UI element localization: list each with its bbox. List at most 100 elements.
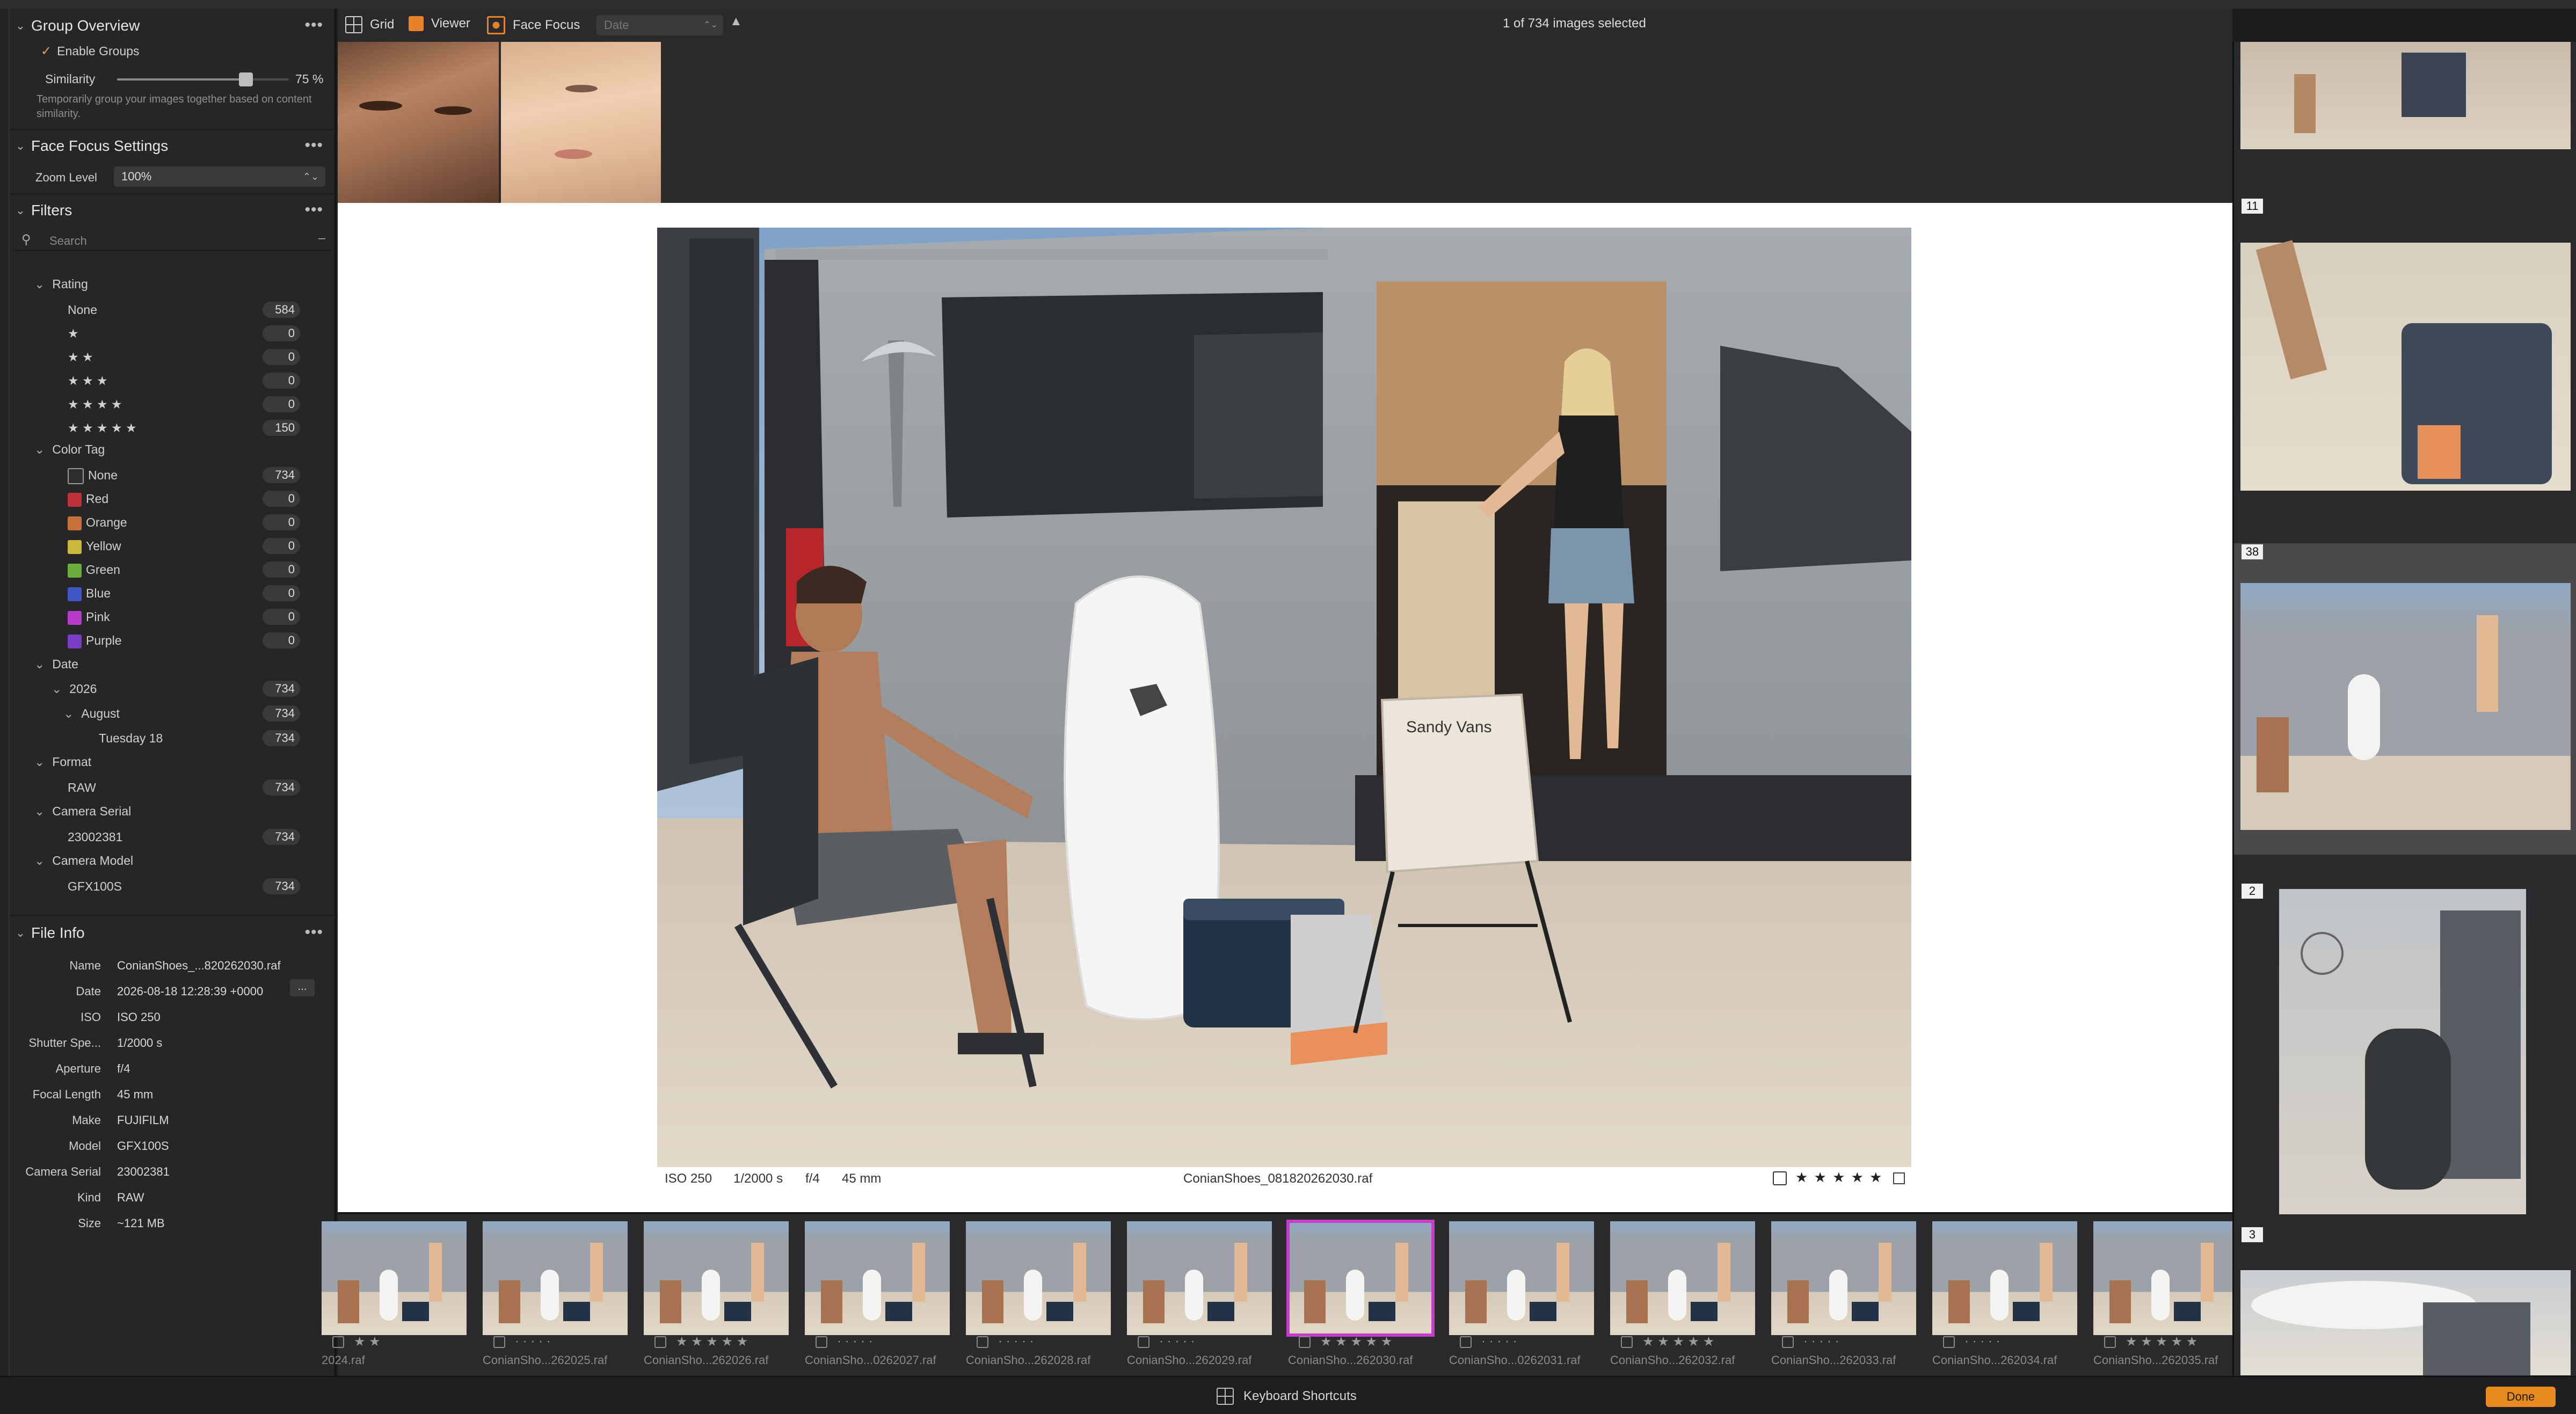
rating-filter-item[interactable]: ★ ★ ★ ★ — [68, 397, 122, 412]
face-crop-2[interactable] — [501, 42, 661, 203]
filmstrip-color-tag-checkbox[interactable] — [2104, 1336, 2116, 1348]
main-photo[interactable]: Sandy Vans — [657, 228, 1911, 1167]
filmstrip-color-tag-checkbox[interactable] — [1621, 1336, 1633, 1348]
more-icon[interactable]: ••• — [304, 201, 323, 219]
filmstrip-rating[interactable]: · · · · · — [837, 1334, 873, 1349]
face-focus-settings-header[interactable]: ⌄ Face Focus Settings ••• — [10, 133, 336, 159]
color-tag-filter-item[interactable]: Green — [68, 563, 120, 578]
similarity-slider-fill — [117, 78, 246, 81]
filmstrip-color-tag-checkbox[interactable] — [1943, 1336, 1955, 1348]
similarity-slider-knob[interactable] — [239, 72, 253, 86]
filmstrip-thumbnail[interactable] — [483, 1221, 628, 1335]
group-thumb-38[interactable] — [2240, 583, 2571, 830]
rating-filter-item[interactable]: None — [68, 303, 97, 317]
rating-filter-item[interactable]: ★ ★ ★ ★ ★ — [68, 421, 137, 435]
filmstrip-rating[interactable]: ★ ★ ★ ★ ★ — [676, 1334, 748, 1350]
filmstrip-color-tag-checkbox[interactable] — [654, 1336, 666, 1348]
group-thumb-2[interactable] — [2279, 889, 2526, 1214]
filmstrip-rating[interactable]: ★ ★ ★ ★ ★ — [2126, 1334, 2197, 1350]
filmstrip-color-tag-checkbox[interactable] — [1460, 1336, 1472, 1348]
camera-serial-item[interactable]: 23002381 — [68, 830, 122, 844]
viewer-color-tag-checkbox[interactable] — [1773, 1171, 1787, 1185]
filters-header[interactable]: ⌄ Filters ••• — [10, 198, 336, 223]
filmstrip-color-tag-checkbox[interactable] — [1299, 1336, 1311, 1348]
sort-direction-icon[interactable]: ▲ — [730, 14, 743, 29]
color-tag-filter-item[interactable]: Orange — [68, 515, 127, 530]
filmstrip-rating[interactable]: · · · · · — [1481, 1334, 1517, 1349]
filmstrip-rating[interactable]: · · · · · — [998, 1334, 1034, 1349]
file-info-label: Camera Serial — [25, 1165, 101, 1178]
zoom-level-select[interactable]: 100% ⌃⌄ — [114, 166, 325, 187]
more-icon[interactable]: ••• — [304, 923, 323, 942]
filmstrip-rating[interactable]: ★ ★ ★ ★ ★ — [1642, 1334, 1714, 1350]
date-month-item[interactable]: ⌄ August — [63, 706, 120, 721]
color-tag-filter-item[interactable]: Red — [68, 492, 108, 507]
grid-button[interactable]: Grid — [345, 16, 394, 33]
filmstrip-thumbnail[interactable] — [1932, 1221, 2077, 1335]
filmstrip-thumbnail[interactable] — [322, 1221, 467, 1335]
sort-field-select[interactable]: Date ⌃⌄ — [596, 15, 723, 35]
group-thumb-top[interactable] — [2240, 42, 2571, 149]
filter-search-input[interactable]: ⚲ Search – — [14, 230, 331, 251]
filmstrip-color-tag-checkbox[interactable] — [977, 1336, 988, 1348]
filmstrip-thumbnail[interactable] — [1610, 1221, 1755, 1335]
filmstrip-thumbnail[interactable] — [1286, 1220, 1435, 1337]
filmstrip-thumbnail[interactable] — [966, 1221, 1111, 1335]
date-day-item[interactable]: Tuesday 18 — [99, 731, 163, 746]
filmstrip-thumbnail[interactable] — [805, 1221, 950, 1335]
rating-filter-item[interactable]: ★ ★ — [68, 350, 93, 365]
viewer-star-rating[interactable]: ★ ★ ★ ★ ★ — [1795, 1169, 1883, 1186]
format-group-header[interactable]: ⌄ Format — [34, 755, 91, 769]
keyboard-shortcuts-button[interactable]: Keyboard Shortcuts — [1243, 1389, 1357, 1404]
filmstrip-color-tag-checkbox[interactable] — [816, 1336, 827, 1348]
more-icon[interactable]: ••• — [304, 16, 323, 34]
filmstrip-rating[interactable]: · · · · · — [1803, 1334, 1839, 1349]
filmstrip-thumbnail[interactable] — [1771, 1221, 1916, 1335]
filmstrip-color-tag-checkbox[interactable] — [493, 1336, 505, 1348]
color-tag-filter-item[interactable]: Purple — [68, 633, 121, 648]
rating-filter-item[interactable]: ★ ★ ★ — [68, 374, 108, 388]
viewer-button[interactable]: Viewer — [409, 16, 470, 31]
filmstrip-rating[interactable]: · · · · · — [515, 1334, 551, 1349]
more-icon[interactable]: ••• — [304, 136, 323, 155]
face-focus-button[interactable]: Face Focus — [487, 16, 580, 34]
color-tag-filter-item[interactable]: None — [68, 468, 118, 484]
filmstrip-thumbnail[interactable] — [2093, 1221, 2238, 1335]
date-more-button[interactable]: ... — [290, 979, 315, 996]
filmstrip-thumbnail[interactable] — [1127, 1221, 1272, 1335]
face-crop-1[interactable] — [338, 42, 499, 203]
filmstrip-rating[interactable]: · · · · · — [1159, 1334, 1195, 1349]
file-info-label: ISO — [81, 1010, 101, 1024]
filmstrip-color-tag-checkbox[interactable] — [1138, 1336, 1149, 1348]
date-year-item[interactable]: ⌄ 2026 — [52, 682, 97, 696]
camera-model-item[interactable]: GFX100S — [68, 879, 122, 894]
search-options-icon[interactable]: – — [318, 231, 325, 246]
filmstrip-color-tag-checkbox[interactable] — [332, 1336, 344, 1348]
done-button[interactable]: Done — [2486, 1387, 2556, 1407]
filmstrip-thumbnail[interactable] — [644, 1221, 789, 1335]
group-thumb-11[interactable] — [2240, 240, 2571, 491]
filmstrip-caption: ConianSho...262032.raf — [1610, 1353, 1735, 1367]
group-thumb-3[interactable] — [2240, 1270, 2571, 1375]
filmstrip-rating[interactable]: ★ ★ — [354, 1334, 381, 1350]
color-tag-filter-item[interactable]: Yellow — [68, 539, 121, 554]
camera-serial-group-header[interactable]: ⌄ Camera Serial — [34, 804, 131, 819]
date-group-header[interactable]: ⌄ Date — [34, 657, 78, 672]
filmstrip-rating[interactable]: · · · · · — [1964, 1334, 2000, 1349]
filmstrip-thumbnail[interactable] — [1449, 1221, 1594, 1335]
color-tag-count: 0 — [263, 632, 300, 648]
rating-group-header[interactable]: ⌄ Rating — [34, 277, 88, 291]
viewer-info-icon[interactable] — [1893, 1172, 1905, 1184]
color-tag-filter-item[interactable]: Blue — [68, 586, 111, 601]
enable-groups-checkbox[interactable]: ✓ Enable Groups — [41, 43, 140, 59]
filmstrip-caption: ConianSho...262033.raf — [1771, 1353, 1896, 1367]
filmstrip-color-tag-checkbox[interactable] — [1782, 1336, 1794, 1348]
format-item[interactable]: RAW — [68, 781, 96, 795]
color-tag-filter-item[interactable]: Pink — [68, 610, 110, 625]
camera-model-group-header[interactable]: ⌄ Camera Model — [34, 854, 133, 868]
rating-filter-item[interactable]: ★ — [68, 326, 79, 341]
file-info-header[interactable]: ⌄ File Info ••• — [10, 920, 336, 946]
filmstrip-rating[interactable]: ★ ★ ★ ★ ★ — [1320, 1334, 1392, 1350]
color-tag-group-header[interactable]: ⌄ Color Tag — [34, 442, 105, 457]
group-overview-header[interactable]: ⌄ Group Overview ••• — [10, 13, 336, 39]
